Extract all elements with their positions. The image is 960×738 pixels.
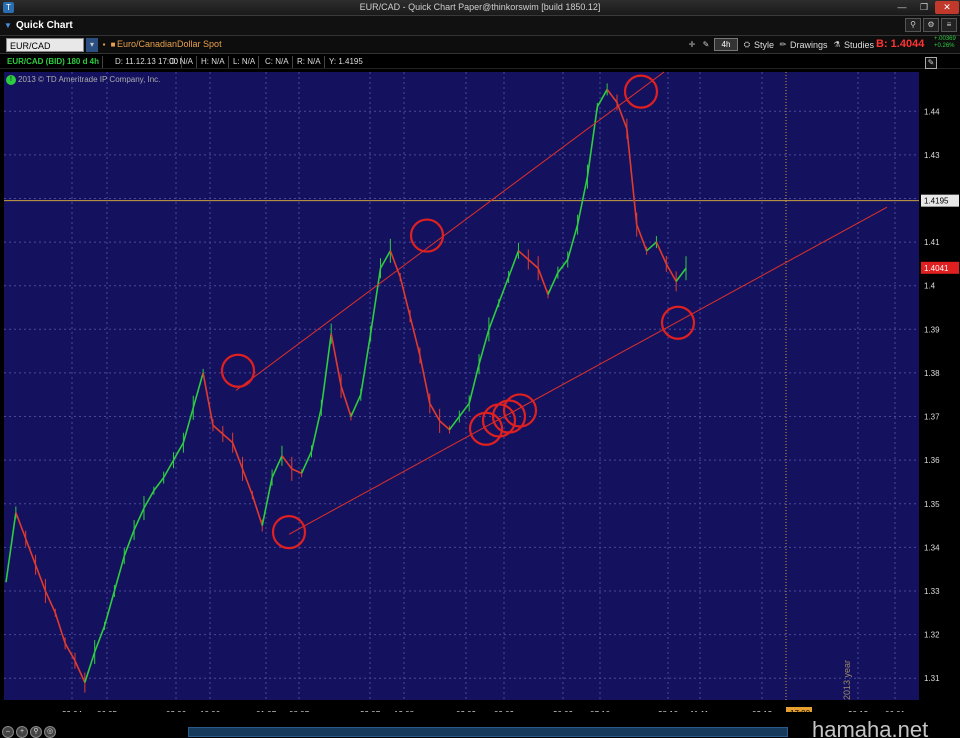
collapse-arrow-icon[interactable]: ▼ xyxy=(4,21,12,30)
menu-icon[interactable]: ≡ xyxy=(941,18,957,32)
window-titlebar: T EUR/CAD - Quick Chart Paper@thinkorswi… xyxy=(0,0,960,16)
info-low: L: N/A xyxy=(230,56,260,68)
chart-info-bar: EUR/CAD (BID) 180 d 4h D: 11.12.13 17:00… xyxy=(0,55,960,69)
y-tick-label: 1.44 xyxy=(924,107,940,116)
close-button[interactable]: ✕ xyxy=(935,1,959,14)
info-y-value: Y: 1.4195 xyxy=(329,57,363,66)
style-button[interactable]: Style xyxy=(754,38,774,52)
zoom-in-icon[interactable]: + xyxy=(16,726,28,738)
quick-chart-title: Quick Chart xyxy=(16,20,73,31)
price-change: +.00369 +0.26% xyxy=(934,36,956,50)
y-tick-label: 1.41 xyxy=(924,238,940,247)
crosshair-price-label: 1.4195 xyxy=(924,197,949,206)
studies-icon: ⚗ xyxy=(833,40,841,49)
price-change-abs: +.00369 xyxy=(934,36,956,42)
study-label[interactable]: EUR/CAD (BID) 180 d 4h xyxy=(4,56,104,68)
zoom-out-icon[interactable]: – xyxy=(2,726,14,738)
y-tick-label: 1.43 xyxy=(924,151,940,160)
y-tick-label: 1.31 xyxy=(924,674,940,683)
info-range: R: N/A xyxy=(294,56,325,68)
y-tick-label: 1.4 xyxy=(924,282,936,291)
y-tick-label: 1.34 xyxy=(924,543,940,552)
time-axis-bar: – + ⚲ ◎ hamaha.net xyxy=(0,712,960,738)
info-high: H: N/A xyxy=(198,56,229,68)
y-tick-label: 1.35 xyxy=(924,500,940,509)
pan-icon[interactable]: ◎ xyxy=(44,726,56,738)
y-tick-label: 1.37 xyxy=(924,413,940,422)
plot-background xyxy=(4,72,919,700)
drawings-button[interactable]: Drawings xyxy=(790,38,828,52)
chart-area[interactable]: 1.441.431.421.411.41.391.381.371.361.351… xyxy=(0,57,960,712)
minimize-button[interactable]: — xyxy=(892,1,912,14)
link-icon[interactable]: ⚲ xyxy=(905,18,921,32)
y-tick-label: 1.32 xyxy=(924,631,940,640)
crosshair-icon[interactable]: ✛ xyxy=(686,38,698,52)
status-indicator-icon: ! xyxy=(6,75,16,85)
settings-icon[interactable]: ⚙ xyxy=(923,18,939,32)
magnifier-icon[interactable]: ⚲ xyxy=(30,726,42,738)
symbol-dropdown-icon[interactable]: ▾ xyxy=(86,38,98,52)
chart-settings-icon[interactable]: ✎ xyxy=(925,57,937,69)
info-close: C: N/A xyxy=(262,56,293,68)
price-change-pct: +0.26% xyxy=(934,43,955,49)
symbol-description: Euro/CanadianDollar Spot xyxy=(117,39,222,49)
window-title: EUR/CAD - Quick Chart Paper@thinkorswim … xyxy=(359,2,601,12)
price-chart[interactable]: 1.441.431.421.411.41.391.381.371.361.351… xyxy=(0,70,960,712)
bid-price: B: 1.4044 xyxy=(876,38,925,50)
maximize-button[interactable]: ❐ xyxy=(914,1,934,14)
last-price-label: 1.4041 xyxy=(924,264,949,273)
quick-chart-header: ▼ Quick Chart ⚲ ⚙ ≡ xyxy=(0,16,960,36)
copyright-text: 2013 © TD Ameritrade IP Company, Inc. xyxy=(18,75,161,84)
y-tick-label: 1.33 xyxy=(924,587,940,596)
y-tick-label: 1.38 xyxy=(924,369,940,378)
chart-toolbar: EUR/CAD ▾ ▪ ■ Euro/CanadianDollar Spot ✛… xyxy=(0,36,960,54)
watermark: hamaha.net xyxy=(812,717,929,738)
y-tick-label: 1.36 xyxy=(924,456,940,465)
year-label: 2013 year xyxy=(842,660,852,700)
symbol-input[interactable]: EUR/CAD xyxy=(6,38,84,52)
info-open: O: N/A xyxy=(166,56,198,68)
aggregation-selector[interactable]: 4h xyxy=(714,38,738,51)
studies-button[interactable]: Studies xyxy=(844,38,874,52)
wrench-icon[interactable]: ✎ xyxy=(700,38,712,52)
drawings-icon: ✏ xyxy=(779,40,787,49)
time-scrollbar[interactable] xyxy=(188,727,788,737)
y-tick-label: 1.39 xyxy=(924,325,940,334)
style-icon: ⛭ xyxy=(743,40,751,49)
